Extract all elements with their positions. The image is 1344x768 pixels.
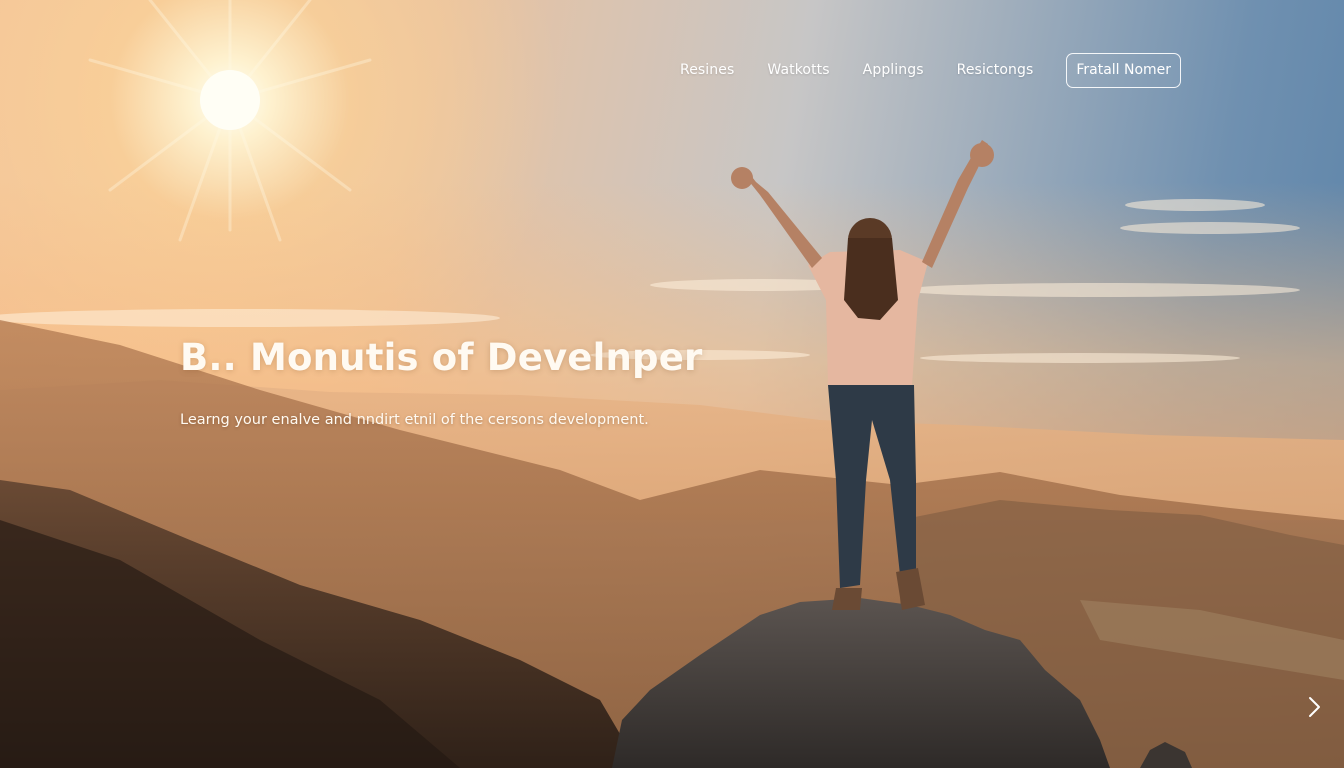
hero-section: Resines Watkotts Applings Resictongs Fra… [0, 0, 1344, 768]
nav-cta-button[interactable]: Fratall Nomer [1066, 52, 1182, 88]
landscape-image [0, 140, 1344, 768]
nav-link-resines[interactable]: Resines [680, 52, 734, 88]
nav-link-watkotts[interactable]: Watkotts [767, 52, 829, 88]
nav-link-applings[interactable]: Applings [863, 52, 924, 88]
hero-subtitle: Learng your enalve and nndirt etnil of t… [180, 412, 649, 428]
top-nav: Resines Watkotts Applings Resictongs Fra… [680, 52, 1182, 88]
hero-title: B.. Monutis of Develnper [180, 336, 703, 379]
nav-link-resictongs[interactable]: Resictongs [957, 52, 1034, 88]
chevron-right-icon[interactable] [1304, 694, 1326, 720]
